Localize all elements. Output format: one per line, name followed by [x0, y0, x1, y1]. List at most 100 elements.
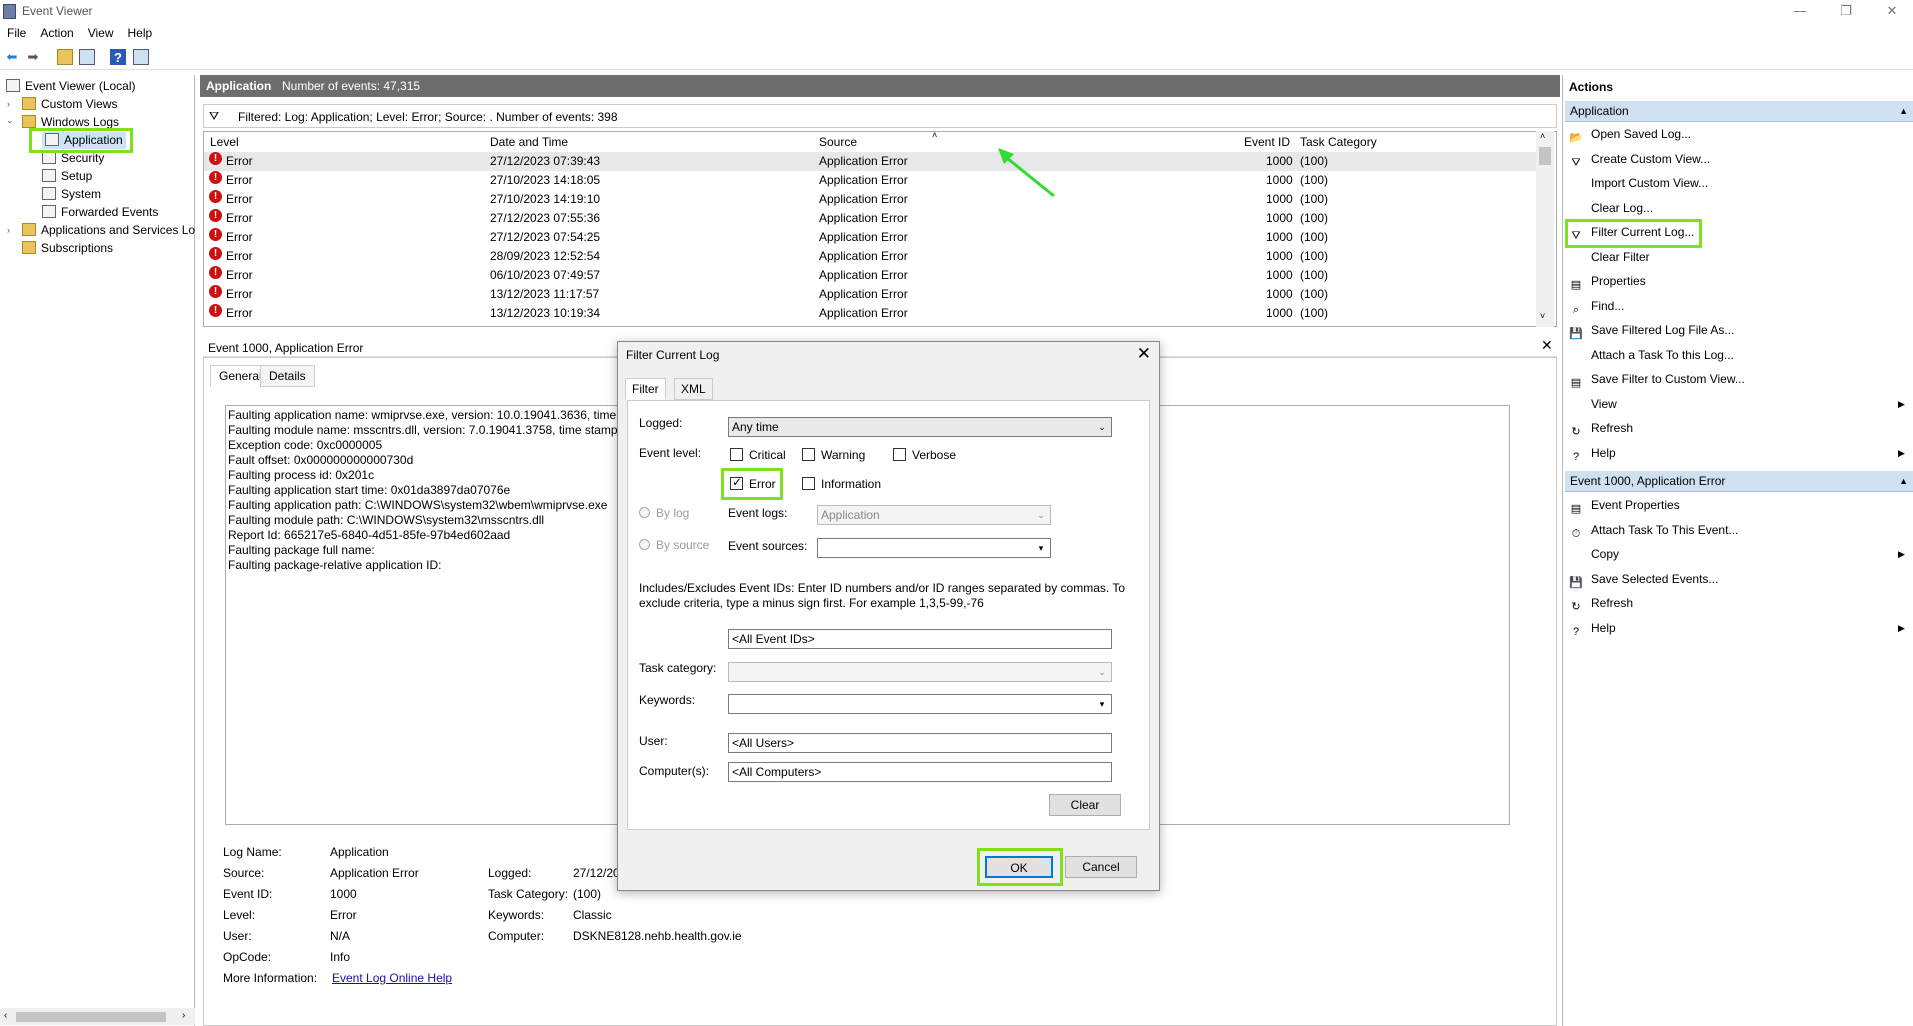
scroll-thumb[interactable] — [16, 1012, 166, 1022]
user-input[interactable]: <All Users> — [728, 733, 1112, 753]
checkbox-box[interactable] — [802, 448, 815, 461]
collapse-icon[interactable]: ▲ — [1899, 471, 1908, 492]
table-row[interactable]: ! Error 06/10/2023 07:49:57 Application Err… — [204, 266, 1537, 285]
scroll-thumb[interactable] — [1539, 147, 1551, 165]
column-date-time[interactable]: Date and Time — [490, 135, 568, 149]
tree-root[interactable]: Event Viewer (Local) — [6, 78, 136, 95]
action-item[interactable]: ▤ Properties — [1569, 271, 1646, 291]
table-row[interactable]: ! Error 13/12/2023 10:19:34 Application Err… — [204, 304, 1537, 323]
cancel-button[interactable]: Cancel — [1065, 856, 1137, 878]
scroll-right-icon[interactable]: › — [182, 1010, 185, 1021]
more-info-link[interactable]: Event Log Online Help — [332, 971, 452, 985]
action-item[interactable]: ⛛ Create Custom View... — [1569, 149, 1710, 169]
event-ids-input[interactable]: <All Event IDs> — [728, 629, 1112, 649]
action-item[interactable]: ↻ Refresh — [1569, 418, 1633, 438]
folder-icon — [22, 241, 36, 254]
tree-horizontal-scrollbar[interactable]: ‹ › — [0, 1008, 195, 1025]
menu-file[interactable]: File — [0, 24, 33, 42]
action-item[interactable]: View ▶ — [1569, 394, 1905, 414]
radio-circle[interactable] — [639, 539, 650, 550]
action-item[interactable]: ? Help ▶ — [1569, 618, 1905, 638]
action-item[interactable]: Attach a Task To this Log... — [1569, 345, 1734, 365]
actions-section-event[interactable]: Event 1000, Application Error ▲ — [1565, 471, 1913, 492]
tree-apps-services[interactable]: Applications and Services Lo — [22, 222, 195, 239]
tab-details[interactable]: Details — [260, 365, 315, 387]
event-sources-select[interactable]: ▾ — [817, 538, 1051, 558]
column-event-id[interactable]: Event ID — [1244, 135, 1290, 149]
tree-item-system[interactable]: System — [42, 186, 101, 203]
keywords-select[interactable]: ▾ — [728, 694, 1112, 714]
table-row[interactable]: ! Error 27/12/2023 07:39:43 Application Err… — [204, 152, 1537, 171]
collapse-icon[interactable]: ▲ — [1899, 101, 1908, 122]
collapse-arrow-icon[interactable]: ⌄ — [6, 115, 14, 126]
close-window-button[interactable]: ✕ — [1869, 0, 1913, 22]
critical-checkbox[interactable]: Critical — [730, 448, 786, 462]
checkbox-box[interactable] — [730, 448, 743, 461]
table-row[interactable]: ! Error 28/09/2023 12:52:54 Application Err… — [204, 247, 1537, 266]
action-item[interactable]: Clear Log... — [1569, 198, 1653, 218]
action-item[interactable]: Copy ▶ — [1569, 544, 1905, 564]
computer-input[interactable]: <All Computers> — [728, 762, 1112, 782]
table-row[interactable]: ! Error 27/10/2023 14:18:05 Application Err… — [204, 171, 1537, 190]
column-level[interactable]: Level — [210, 135, 239, 149]
tree-item-forwarded-events[interactable]: Forwarded Events — [42, 204, 158, 221]
radio-circle[interactable] — [639, 507, 650, 518]
forward-arrow-icon[interactable]: ➡ — [25, 49, 41, 65]
action-item[interactable]: 📂 Open Saved Log... — [1569, 124, 1691, 144]
minimize-button[interactable]: — — [1777, 0, 1823, 22]
action-item[interactable]: ? Help ▶ — [1569, 443, 1905, 463]
action-pane-icon[interactable] — [133, 49, 149, 65]
tree-item-setup[interactable]: Setup — [42, 168, 92, 185]
action-item[interactable]: ⌕ Find... — [1569, 296, 1624, 316]
table-row[interactable]: ! Error 13/12/2023 11:17:57 Application Err… — [204, 285, 1537, 304]
checkbox-box[interactable] — [893, 448, 906, 461]
action-item[interactable]: Clear Filter — [1569, 247, 1650, 267]
table-row[interactable]: ! Error 27/12/2023 07:55:36 Application Err… — [204, 209, 1537, 228]
warning-checkbox[interactable]: Warning — [802, 448, 865, 462]
scroll-up-icon[interactable]: ˄ — [1540, 131, 1545, 141]
tab-xml[interactable]: XML — [674, 378, 713, 400]
logged-select[interactable]: Any time ⌄ — [728, 417, 1112, 437]
action-item[interactable]: ↻ Refresh — [1569, 593, 1633, 613]
scroll-left-icon[interactable]: ‹ — [4, 1010, 7, 1021]
expand-arrow-icon[interactable]: › — [7, 99, 10, 109]
column-task-category[interactable]: Task Category — [1300, 135, 1377, 149]
task-category-value: (100) — [573, 887, 602, 901]
by-source-radio[interactable]: By source — [639, 538, 709, 552]
grid-vertical-scrollbar[interactable]: ˄ ˅ — [1536, 131, 1554, 327]
clear-button[interactable]: Clear — [1049, 794, 1121, 816]
back-arrow-icon[interactable]: ⬅ — [4, 49, 20, 65]
menu-help[interactable]: Help — [121, 24, 160, 42]
tab-filter[interactable]: Filter — [625, 378, 666, 400]
task-category-select[interactable]: ⌄ — [728, 662, 1112, 682]
restore-button[interactable]: ❐ — [1823, 0, 1869, 22]
expand-arrow-icon[interactable]: › — [7, 225, 10, 235]
action-item[interactable]: ⏱ Attach Task To This Event... — [1569, 520, 1739, 540]
verbose-checkbox[interactable]: Verbose — [893, 448, 956, 462]
table-row[interactable]: ! Error 27/10/2023 14:19:10 Application Err… — [204, 190, 1537, 209]
action-item[interactable]: Import Custom View... — [1569, 173, 1708, 193]
information-checkbox[interactable]: Information — [802, 477, 881, 491]
action-item[interactable]: 💾 Save Filtered Log File As... — [1569, 320, 1734, 340]
event-log-help-link[interactable]: Event Log Online Help — [332, 971, 452, 985]
close-dialog-icon[interactable]: ✕ — [1137, 344, 1151, 364]
menu-action[interactable]: Action — [33, 24, 80, 42]
actions-section-application[interactable]: Application ▲ — [1565, 101, 1913, 122]
table-row[interactable]: ! Error 27/12/2023 07:54:25 Application Err… — [204, 228, 1537, 247]
by-log-radio[interactable]: By log — [639, 506, 689, 520]
action-item[interactable]: 💾 Save Selected Events... — [1569, 569, 1718, 589]
action-item[interactable]: ▤ Save Filter to Custom View... — [1569, 369, 1745, 389]
action-item[interactable]: ▤ Event Properties — [1569, 495, 1680, 515]
checkbox-box[interactable] — [802, 477, 815, 490]
folder-up-icon[interactable] — [57, 49, 73, 65]
cell-level: Error — [226, 211, 253, 225]
tree-custom-views[interactable]: Custom Views — [22, 96, 117, 113]
tree-subscriptions[interactable]: Subscriptions — [22, 240, 113, 257]
scroll-down-icon[interactable]: ˅ — [1540, 311, 1545, 321]
help-icon[interactable]: ? — [110, 49, 126, 65]
event-logs-select[interactable]: Application ⌄ — [817, 505, 1051, 525]
menu-view[interactable]: View — [81, 24, 121, 42]
console-tree-icon[interactable] — [79, 49, 95, 65]
close-detail-icon[interactable]: ✕ — [1541, 337, 1553, 354]
column-source[interactable]: Source — [819, 135, 857, 149]
